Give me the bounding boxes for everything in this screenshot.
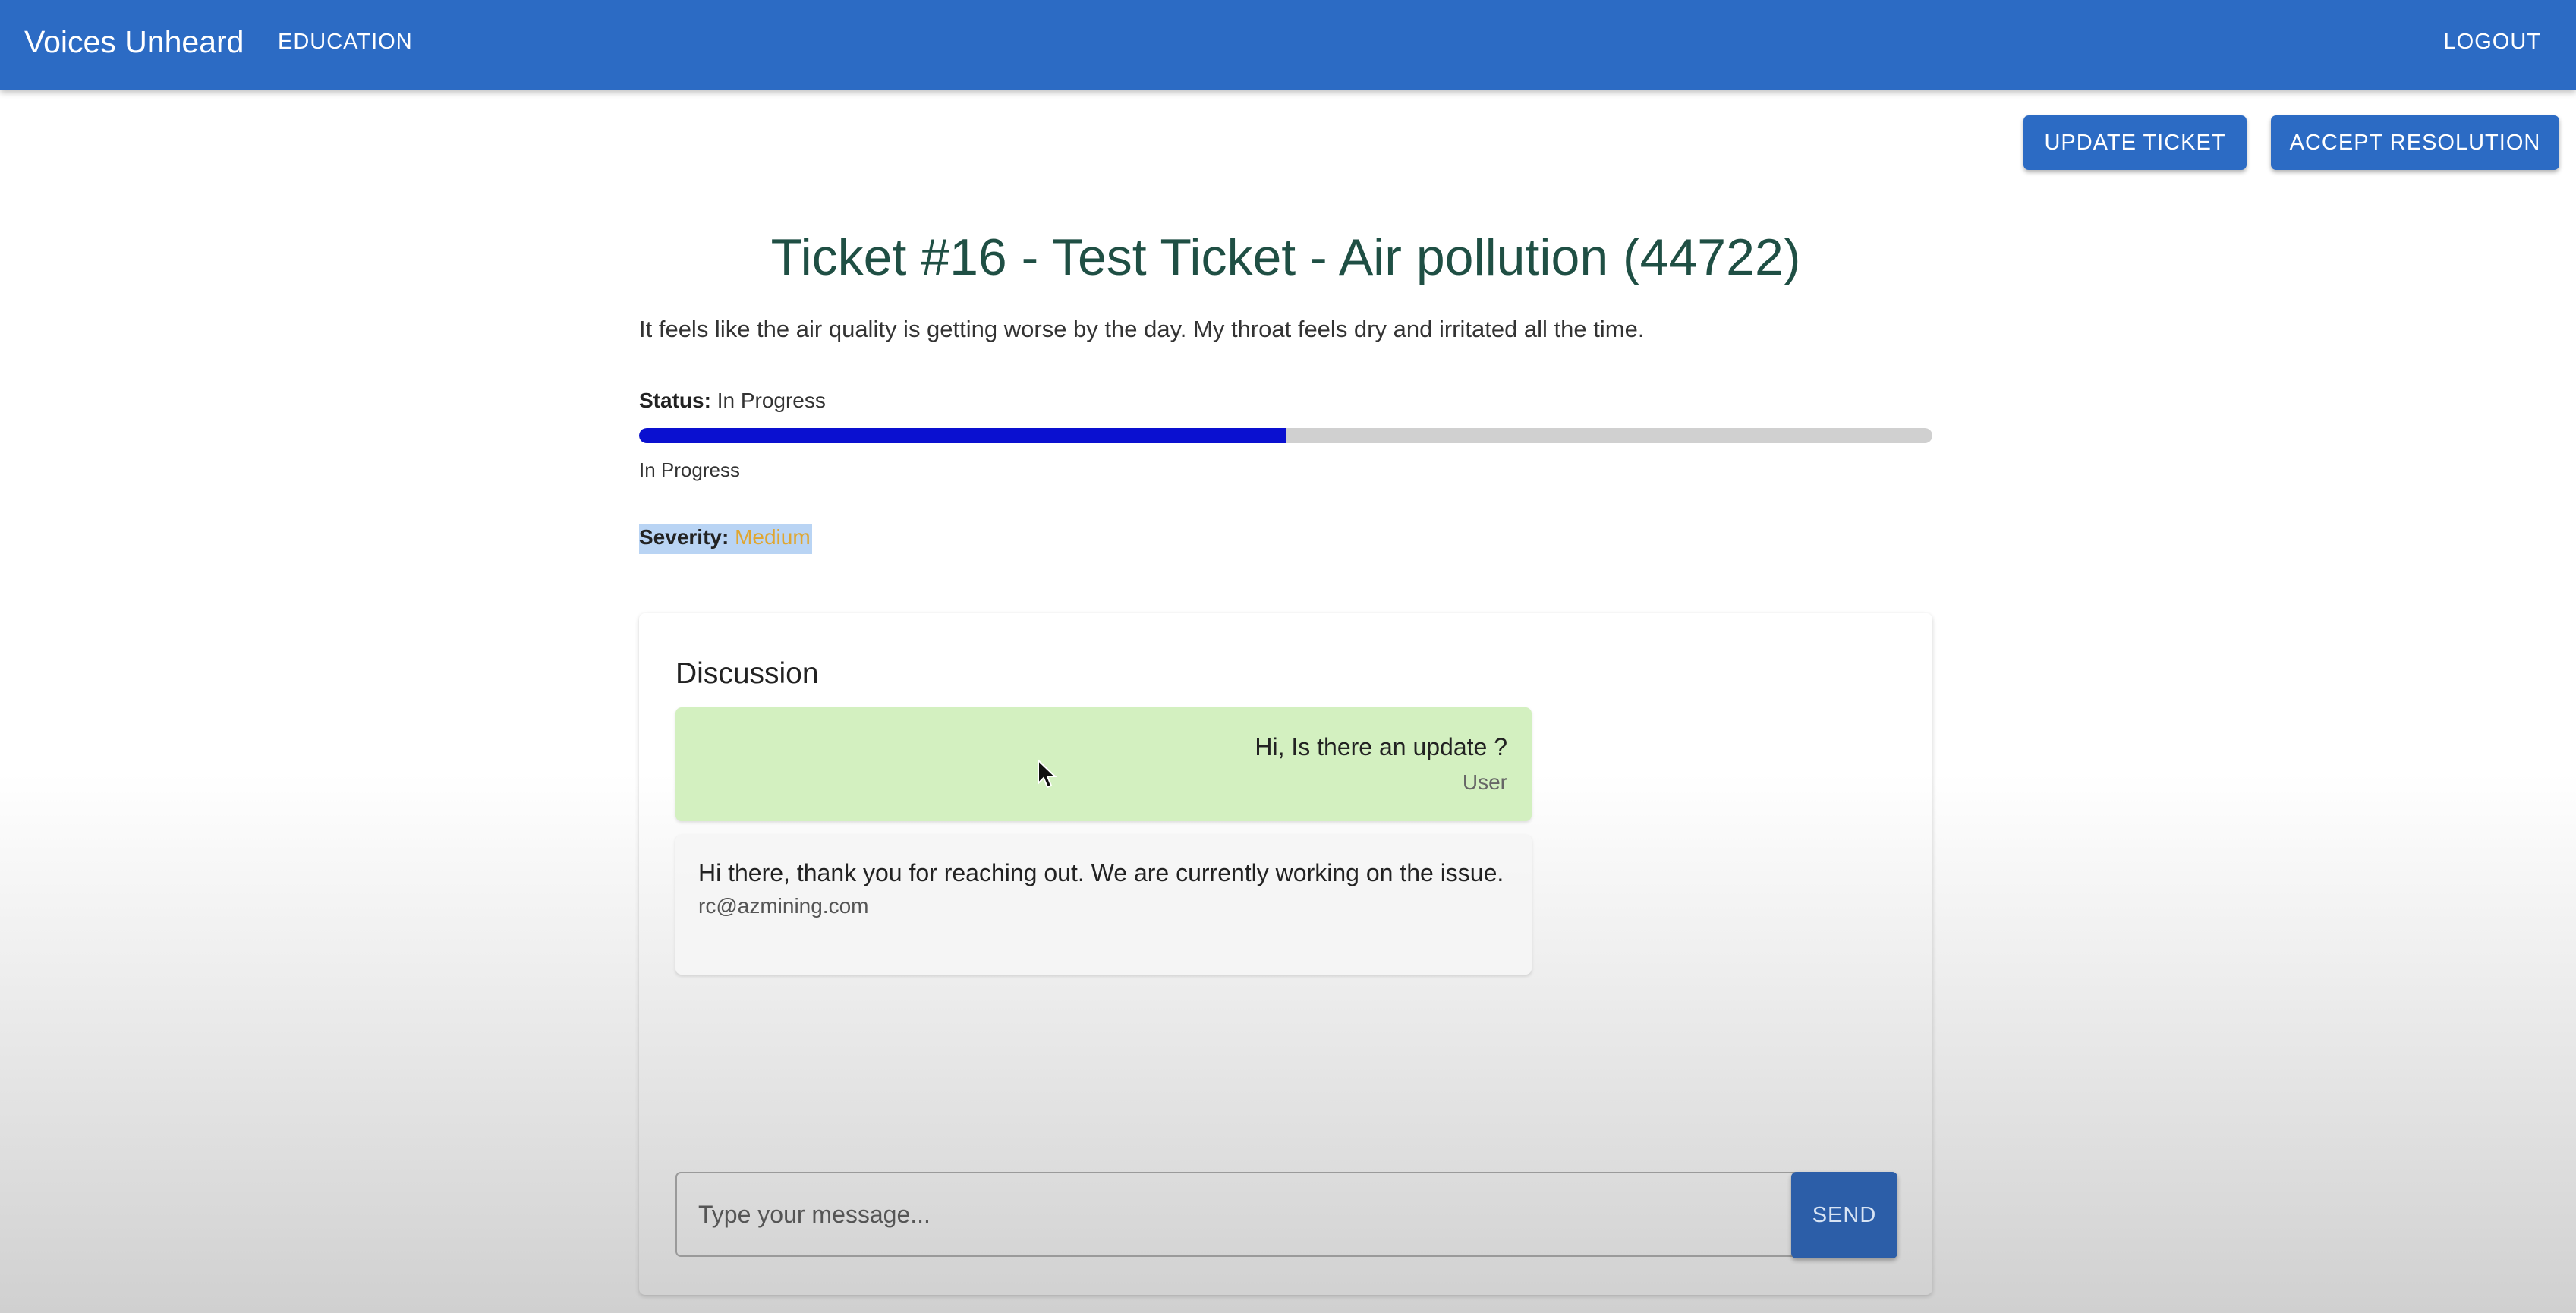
accept-resolution-button[interactable]: ACCEPT RESOLUTION [2271, 115, 2559, 170]
chat-message-user: Hi, Is there an update ? User [675, 707, 1532, 821]
status-progress-bar [639, 428, 1932, 443]
discussion-panel: Discussion Hi, Is there an update ? User… [639, 613, 1932, 1295]
message-sender: rc@azmining.com [698, 894, 869, 918]
severity-value: Medium [735, 525, 811, 549]
status-value: In Progress [716, 389, 826, 412]
app-bar: Voices Unheard EDUCATION LOGOUT [0, 0, 2576, 90]
message-input[interactable] [675, 1172, 1800, 1257]
message-text: Hi, Is there an update ? [1255, 733, 1507, 760]
status-progress-fill [639, 428, 1286, 443]
nav-education-link[interactable]: EDUCATION [278, 0, 413, 83]
status-line: Status: In Progress [639, 389, 826, 413]
update-ticket-button[interactable]: UPDATE TICKET [2023, 115, 2247, 170]
send-button[interactable]: SEND [1791, 1172, 1897, 1258]
message-text: Hi there, thank you for reaching out. We… [698, 859, 1504, 886]
chat-message-agent: Hi there, thank you for reaching out. We… [675, 835, 1532, 975]
ticket-title: Ticket #16 - Test Ticket - Air pollution… [770, 228, 1801, 286]
discussion-title: Discussion [675, 657, 819, 690]
message-sender: User [1462, 770, 1507, 794]
severity-line: Severity: Medium [639, 524, 812, 554]
ticket-description: It feels like the air quality is getting… [639, 316, 1645, 342]
status-label: Status: [639, 389, 711, 412]
progress-label: In Progress [639, 458, 740, 481]
mouse-pointer-icon [1038, 759, 1057, 789]
severity-label: Severity: [639, 525, 729, 549]
logout-link[interactable]: LOGOUT [2444, 0, 2541, 83]
brand-title[interactable]: Voices Unheard [24, 0, 244, 83]
